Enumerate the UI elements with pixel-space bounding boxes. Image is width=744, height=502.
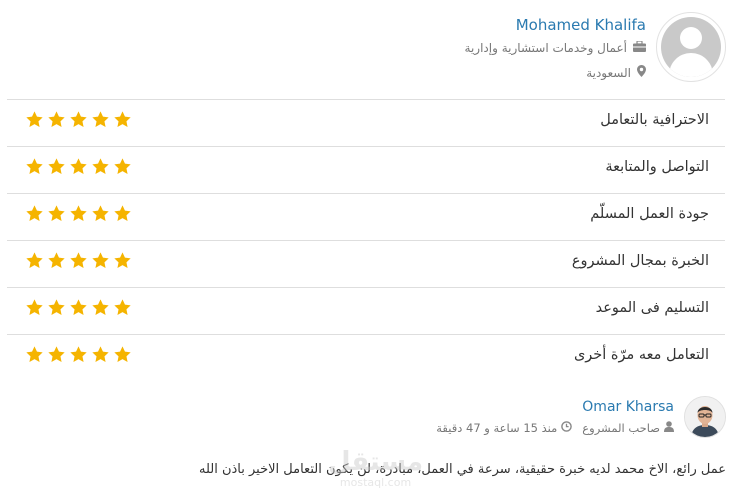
star-icon: [25, 251, 44, 270]
map-marker-icon: [637, 65, 646, 80]
star-icon: [69, 157, 88, 176]
freelancer-card: Mohamed Khalifa أعمال وخدمات استشارية وإ…: [126, 12, 726, 84]
freelancer-name[interactable]: Mohamed Khalifa: [516, 16, 646, 34]
star-icon: [113, 157, 132, 176]
star-icon: [69, 298, 88, 317]
user-icon: [664, 421, 674, 435]
mostaql-watermark: مستقل mostaql.com: [328, 448, 423, 489]
star-icon: [47, 157, 66, 176]
star-icon: [91, 251, 110, 270]
star-icon: [69, 251, 88, 270]
rating-row: التواصل والمتابعة: [7, 146, 725, 193]
rating-label: الاحترافية بالتعامل: [600, 112, 709, 128]
ratings-table: الاحترافية بالتعامل التواصل والمتابعة جودة…: [7, 99, 725, 381]
star-icon: [113, 204, 132, 223]
freelancer-avatar[interactable]: [656, 12, 726, 82]
review-header: Omar Kharsa صاحب المشروع منذ 15 ساعة و 4…: [126, 396, 726, 440]
star-icon: [25, 157, 44, 176]
clock-icon: [561, 421, 573, 435]
rating-row: الخبرة بمجال المشروع: [7, 240, 725, 287]
star-icon: [25, 204, 44, 223]
star-icon: [91, 345, 110, 364]
star-icon: [47, 298, 66, 317]
star-icon: [47, 345, 66, 364]
star-icon: [47, 110, 66, 129]
rating-row: التسليم فى الموعد: [7, 287, 725, 334]
briefcase-icon: [633, 40, 646, 55]
rating-stars: [25, 251, 132, 270]
star-icon: [91, 110, 110, 129]
rating-label: جودة العمل المسلّم: [590, 206, 709, 222]
star-icon: [69, 110, 88, 129]
reviewer-avatar[interactable]: [684, 396, 726, 438]
review-meta: صاحب المشروع منذ 15 ساعة و 47 دقيقة: [436, 421, 674, 435]
rating-label: الخبرة بمجال المشروع: [571, 253, 709, 269]
star-icon: [47, 251, 66, 270]
freelancer-category: أعمال وخدمات استشارية وإدارية: [464, 41, 627, 55]
freelancer-category-line: أعمال وخدمات استشارية وإدارية: [464, 40, 646, 55]
rating-label: التواصل والمتابعة: [605, 159, 709, 175]
rating-label: التعامل معه مرّة أخرى: [573, 347, 709, 363]
star-icon: [69, 345, 88, 364]
star-icon: [91, 298, 110, 317]
rating-stars: [25, 345, 132, 364]
star-icon: [113, 251, 132, 270]
star-icon: [25, 110, 44, 129]
rating-stars: [25, 157, 132, 176]
star-icon: [91, 157, 110, 176]
star-icon: [69, 204, 88, 223]
watermark-latin: mostaql.com: [339, 476, 412, 489]
rating-label: التسليم فى الموعد: [595, 300, 709, 316]
star-icon: [47, 204, 66, 223]
star-icon: [113, 345, 132, 364]
rating-stars: [25, 110, 132, 129]
star-icon: [113, 298, 132, 317]
rating-stars: [25, 204, 132, 223]
reviewer-role: صاحب المشروع: [582, 421, 660, 435]
watermark-arabic: مستقل: [328, 447, 424, 477]
star-icon: [91, 204, 110, 223]
reviewer-name[interactable]: Omar Kharsa: [582, 399, 674, 415]
star-icon: [25, 298, 44, 317]
star-icon: [25, 345, 44, 364]
review-text: عمل رائع، الاخ محمد لديه خبرة حقيقية، سر…: [198, 462, 726, 477]
rating-stars: [25, 298, 132, 317]
freelancer-location: السعودية: [586, 65, 631, 80]
rating-row: جودة العمل المسلّم: [7, 193, 725, 240]
freelancer-location-line: السعودية: [586, 65, 646, 80]
star-icon: [113, 110, 132, 129]
rating-row: الاحترافية بالتعامل: [7, 99, 725, 146]
rating-row: التعامل معه مرّة أخرى: [7, 334, 725, 381]
review-time: منذ 15 ساعة و 47 دقيقة: [436, 421, 558, 435]
